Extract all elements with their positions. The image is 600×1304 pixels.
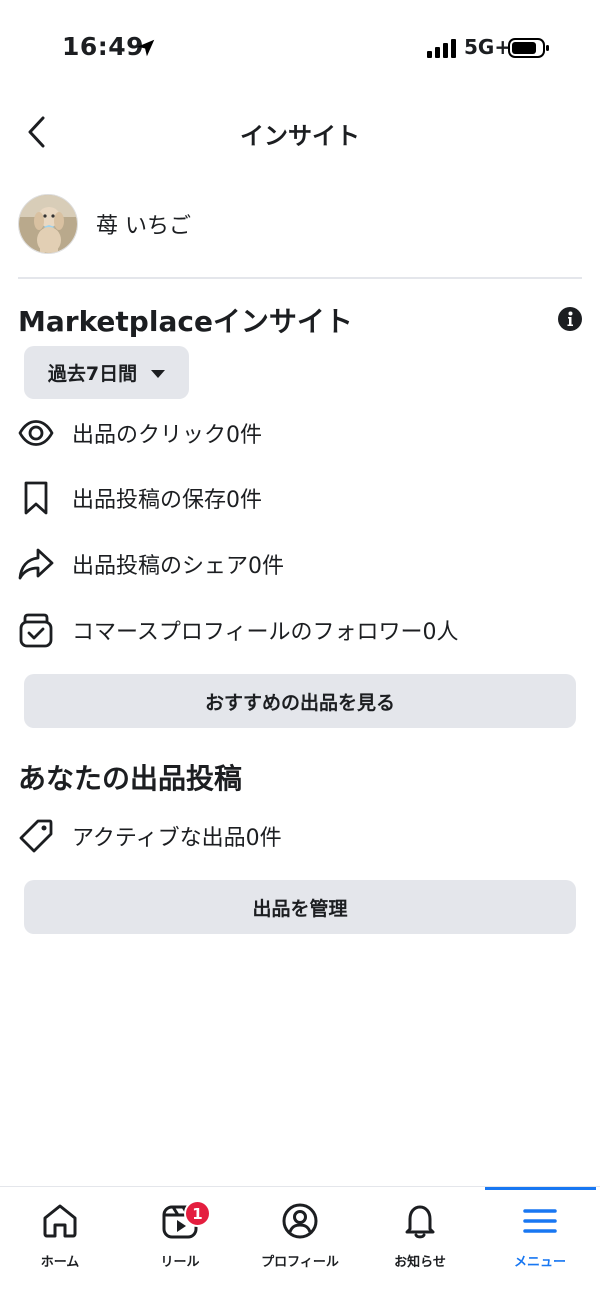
marketplace-insights-title: Marketplaceインサイト bbox=[18, 305, 353, 338]
tab-label: プロフィール bbox=[261, 1255, 339, 1270]
stat-row-active-listings: アクティブな出品0件 bbox=[18, 816, 282, 856]
tab-bar: ホーム 1 リール プロフィール お知らせ メニュー bbox=[0, 1186, 600, 1304]
menu-icon bbox=[523, 1209, 557, 1233]
bookmark-icon bbox=[24, 481, 48, 515]
notification-badge: 1 bbox=[184, 1200, 211, 1227]
date-range-label: 過去7日間 bbox=[47, 363, 138, 385]
eye-icon bbox=[18, 420, 54, 446]
stat-row-saves: 出品投稿の保存0件 bbox=[18, 478, 262, 518]
stat-label: アクティブな出品0件 bbox=[72, 826, 282, 851]
divider bbox=[18, 277, 582, 279]
stat-label: 出品投稿のシェア0件 bbox=[72, 554, 284, 579]
share-icon bbox=[18, 548, 54, 580]
tab-notifications[interactable]: お知らせ bbox=[360, 1201, 480, 1281]
stat-row-shares: 出品投稿のシェア0件 bbox=[18, 544, 284, 584]
your-listings-title: あなたの出品投稿 bbox=[18, 762, 243, 795]
network-label: 5G+ bbox=[464, 35, 512, 59]
date-range-dropdown[interactable]: 過去7日間 bbox=[24, 346, 189, 399]
info-icon[interactable] bbox=[557, 306, 583, 332]
stat-label: 出品投稿の保存0件 bbox=[72, 488, 262, 513]
profile-row[interactable]: 苺 いちご bbox=[18, 192, 191, 256]
profile-name[interactable]: 苺 いちご bbox=[96, 208, 191, 240]
tab-label: お知らせ bbox=[394, 1255, 446, 1270]
caret-down-icon bbox=[151, 369, 166, 378]
recommended-listings-button[interactable]: おすすめの出品を見る bbox=[24, 674, 576, 728]
tab-label: リール bbox=[160, 1255, 200, 1270]
tab-reels[interactable]: 1 リール bbox=[120, 1200, 240, 1281]
battery-icon bbox=[508, 38, 549, 58]
home-icon bbox=[43, 1204, 77, 1238]
active-tab-indicator bbox=[485, 1187, 596, 1190]
shop-icon bbox=[19, 613, 53, 648]
avatar-image bbox=[19, 195, 77, 253]
profile-icon bbox=[282, 1203, 318, 1239]
location-arrow-icon bbox=[137, 39, 155, 57]
tab-home[interactable]: ホーム bbox=[0, 1201, 120, 1281]
tab-menu[interactable]: メニュー bbox=[480, 1201, 600, 1281]
bell-icon bbox=[405, 1205, 435, 1239]
page-title: インサイト bbox=[240, 122, 360, 150]
tab-label: メニュー bbox=[513, 1255, 566, 1270]
tab-label: ホーム bbox=[40, 1255, 80, 1270]
nav-header: インサイト bbox=[0, 100, 600, 162]
stat-row-followers: コマースプロフィールのフォロワー0人 bbox=[18, 610, 458, 650]
manage-listings-button[interactable]: 出品を管理 bbox=[24, 880, 576, 934]
tab-profile[interactable]: プロフィール bbox=[240, 1201, 360, 1281]
signal-icon bbox=[427, 39, 456, 58]
avatar[interactable] bbox=[18, 194, 78, 254]
tag-icon bbox=[19, 819, 53, 853]
stat-label: コマースプロフィールのフォロワー0人 bbox=[72, 620, 459, 645]
status-bar: 16:49 5G+ bbox=[0, 0, 600, 96]
status-time: 16:49 bbox=[62, 32, 145, 61]
stat-label: 出品のクリック0件 bbox=[72, 423, 262, 448]
stat-row-clicks: 出品のクリック0件 bbox=[18, 413, 262, 453]
